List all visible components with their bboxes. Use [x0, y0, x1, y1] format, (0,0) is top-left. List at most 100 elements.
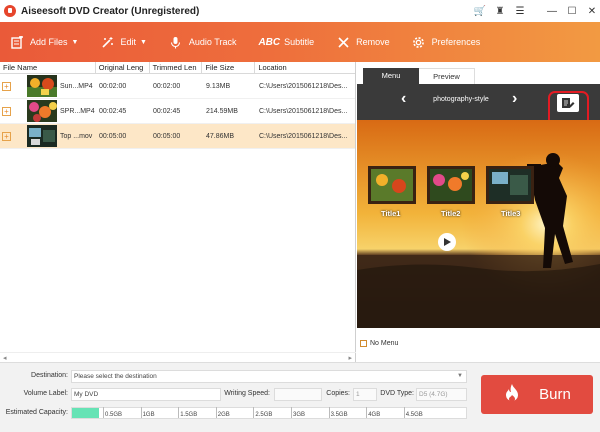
video-thumbnail: [27, 75, 57, 97]
play-button[interactable]: [438, 233, 456, 251]
burn-button[interactable]: Burn: [481, 375, 593, 414]
video-thumbnail: [27, 100, 57, 122]
preferences-label: Preferences: [431, 37, 481, 47]
close-icon: [336, 35, 350, 49]
menu-style-name: photography-style: [433, 96, 489, 103]
chevron-down-icon[interactable]: ▼: [140, 39, 147, 46]
gear-icon: [412, 35, 426, 49]
writing-speed-select[interactable]: [274, 388, 322, 401]
chevron-down-icon[interactable]: ▼: [457, 371, 463, 382]
destination-label: Destination:: [31, 372, 68, 379]
trimmed-length: 00:05:00: [153, 132, 181, 140]
user-icon[interactable]: ♜: [492, 6, 508, 17]
capacity-tick-label: 4.5GB: [403, 407, 423, 418]
copies-label: Copies:: [326, 390, 350, 397]
audio-track-label: Audio Track: [188, 37, 237, 47]
table-row[interactable]: + Sun...MP4 00:02:00 00:02:00 9.13MB C:\…: [0, 74, 355, 99]
file-name: SPR...MP4: [60, 107, 95, 115]
tab-menu[interactable]: Menu: [363, 68, 419, 84]
column-header-location[interactable]: Location: [255, 62, 355, 74]
capacity-tick-label: 1.5GB: [178, 407, 198, 418]
burn-settings-panel: Destination: Please select the destinati…: [0, 362, 600, 432]
capacity-tick-label: 3GB: [290, 407, 306, 418]
column-header-file-name[interactable]: File Name: [0, 61, 96, 74]
tab-preview[interactable]: Preview: [419, 68, 475, 84]
scroll-left-icon[interactable]: ◂: [3, 354, 7, 362]
flame-icon: [503, 383, 521, 407]
file-location: C:\Users\2015061218\Des...: [259, 82, 348, 90]
edit-label: Edit: [120, 37, 136, 47]
dvd-type-label: DVD Type:: [380, 390, 414, 397]
trimmed-length: 00:02:00: [153, 82, 181, 90]
play-icon: [444, 238, 451, 246]
capacity-tick-label: 2GB: [215, 407, 230, 418]
file-location: C:\Users\2015061218\Des...: [259, 132, 348, 140]
app-title: Aiseesoft DVD Creator (Unregistered): [21, 5, 200, 17]
maximize-button[interactable]: ☐: [564, 6, 580, 17]
destination-placeholder: Please select the destination: [74, 373, 157, 380]
file-location: C:\Users\2015061218\Des...: [259, 107, 348, 115]
capacity-tick-label: 3.5GB: [328, 407, 348, 418]
subtitle-label: Subtitle: [284, 37, 315, 47]
file-size: 9.13MB: [206, 82, 231, 90]
preview-tabs: Menu Preview: [363, 68, 475, 84]
file-list-panel: File Name Original Leng Trimmed Len File…: [0, 61, 356, 362]
audio-track-button[interactable]: Audio Track: [169, 35, 237, 49]
dvd-type-select[interactable]: D5 (4.7G): [416, 388, 467, 401]
minimize-button[interactable]: —: [544, 6, 560, 17]
column-header-original-length[interactable]: Original Leng: [96, 61, 150, 74]
file-name: Sun...MP4: [60, 82, 93, 90]
subtitle-button[interactable]: ABC Subtitle: [258, 37, 314, 48]
app-logo-icon: [4, 5, 16, 17]
microphone-icon: [169, 35, 183, 49]
original-length: 00:02:00: [99, 82, 127, 90]
column-header-file-size[interactable]: File Size: [202, 61, 256, 74]
capacity-ticks: 0.5GB 1GB 1.5GB 2GB 2.5GB 3GB 3.5GB 4GB 4.5GB: [71, 407, 467, 419]
estimated-capacity-label: Estimated Capacity:: [5, 409, 68, 416]
file-size: 214.59MB: [206, 107, 238, 115]
menu-preview-panel: Menu Preview ‹ photography-style › Title…: [357, 62, 600, 362]
writing-speed-label: Writing Speed:: [224, 390, 270, 397]
copies-stepper[interactable]: 1: [353, 388, 377, 401]
title-bar: Aiseesoft DVD Creator (Unregistered) 🛒 ♜…: [0, 0, 600, 22]
horizontal-scrollbar[interactable]: ◂ ▸: [0, 352, 356, 362]
menu-title-1[interactable]: Title1: [381, 209, 400, 218]
trimmed-length: 00:02:45: [153, 107, 181, 115]
next-style-arrow-icon[interactable]: ›: [512, 90, 517, 108]
close-button[interactable]: ✕: [584, 6, 600, 17]
no-menu-option[interactable]: No Menu: [360, 340, 398, 347]
expand-icon[interactable]: +: [2, 81, 11, 91]
table-row[interactable]: + SPR...MP4 00:02:45 00:02:45 214.59MB C…: [0, 99, 355, 124]
capacity-tick-label: 0.5GB: [102, 407, 123, 418]
prev-style-arrow-icon[interactable]: ‹: [401, 90, 406, 108]
expand-icon[interactable]: +: [2, 131, 11, 141]
column-header-trimmed-length[interactable]: Trimmed Len: [150, 61, 203, 74]
scroll-right-icon[interactable]: ▸: [348, 354, 352, 362]
menu-title-3[interactable]: Title3: [501, 209, 520, 218]
destination-select[interactable]: Please select the destination ▼: [71, 370, 467, 383]
chevron-down-icon[interactable]: ▼: [72, 39, 79, 46]
cart-icon[interactable]: 🛒: [472, 6, 488, 17]
capacity-tick-label: 4GB: [366, 407, 381, 418]
edit-button[interactable]: Edit ▼: [100, 35, 147, 49]
video-thumbnail: [27, 125, 57, 147]
preferences-button[interactable]: Preferences: [412, 35, 481, 49]
remove-label: Remove: [356, 37, 390, 47]
file-size: 47.86MB: [206, 132, 235, 140]
remove-button[interactable]: Remove: [336, 35, 390, 49]
capacity-tick-label: 1GB: [140, 407, 155, 418]
expand-icon[interactable]: +: [2, 106, 11, 116]
magic-wand-icon: [100, 35, 114, 49]
volume-label-input[interactable]: My DVD: [71, 388, 221, 401]
volume-label: Volume Label:: [23, 390, 68, 397]
menu-icon[interactable]: ☰: [512, 6, 528, 17]
add-files-button[interactable]: Add Files ▼: [10, 35, 78, 49]
capacity-tick-label: 2.5GB: [253, 407, 273, 418]
menu-title-2[interactable]: Title2: [441, 209, 460, 218]
no-menu-checkbox[interactable]: [360, 340, 367, 347]
table-row[interactable]: + Top ...mov 00:05:00 00:05:00 47.86MB C…: [0, 124, 355, 149]
add-files-icon: [10, 35, 24, 49]
no-menu-label: No Menu: [370, 340, 399, 347]
main-toolbar: Add Files ▼ Edit ▼ Audio Track ABC Subti…: [0, 22, 600, 62]
file-list-header: File Name Original Leng Trimmed Len File…: [0, 61, 355, 74]
